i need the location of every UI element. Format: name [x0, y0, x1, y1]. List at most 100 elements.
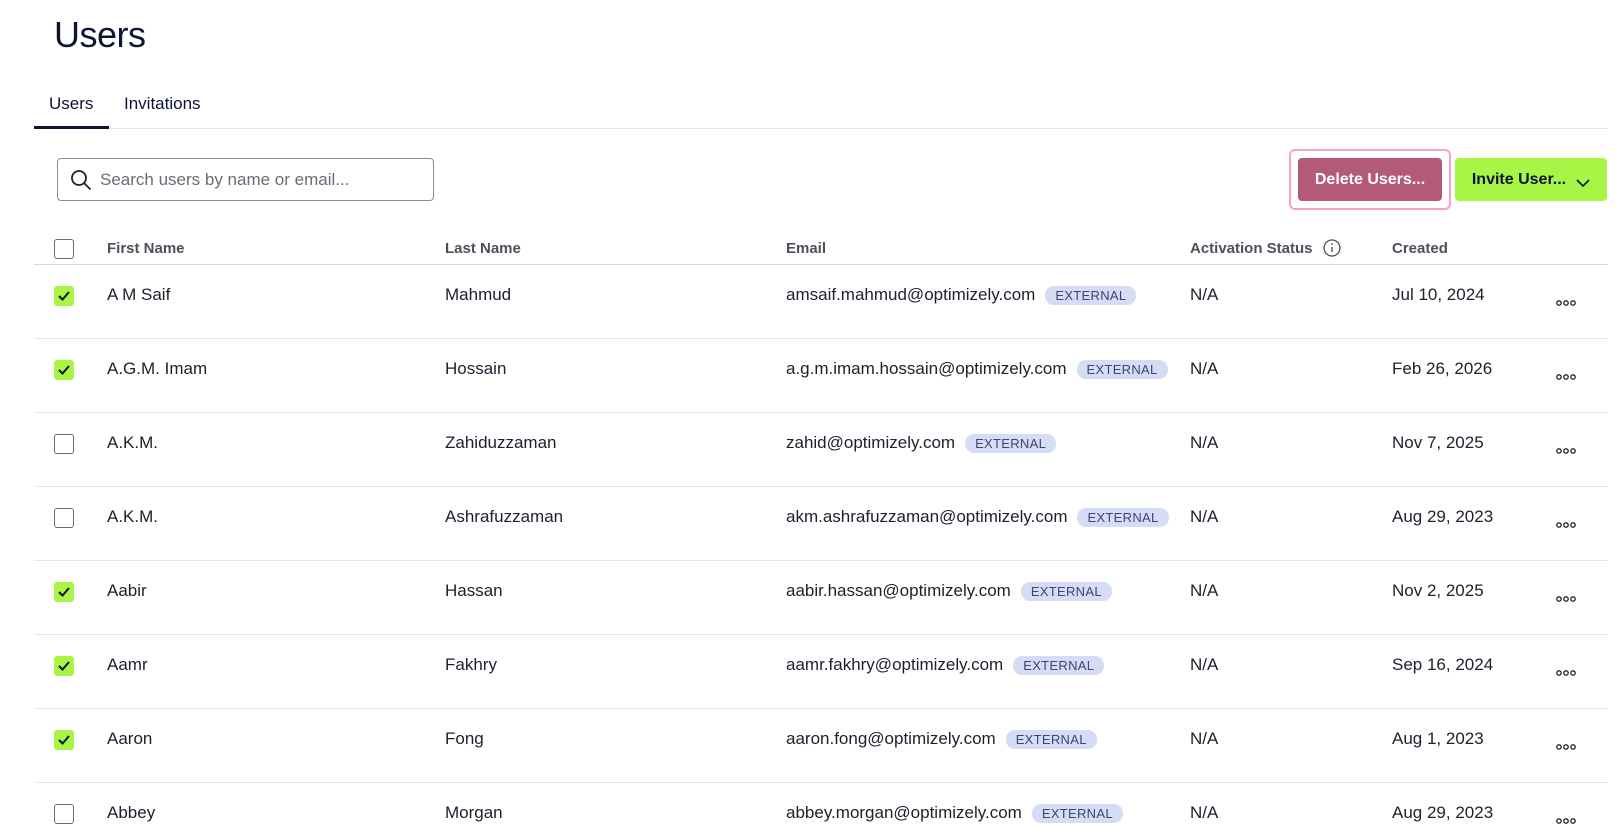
- cell-created: Aug 1, 2023: [1392, 729, 1484, 748]
- cell-email: aabir.hassan@optimizely.com EXTERNAL: [786, 581, 1112, 601]
- cell-last-name: Mahmud: [445, 285, 512, 304]
- chevron-down-icon: [1576, 175, 1590, 187]
- row-checkbox[interactable]: [54, 508, 74, 528]
- cell-first-name: A.G.M. Imam: [107, 359, 208, 378]
- header-first-name[interactable]: First Name: [107, 240, 185, 257]
- email-text: akm.ashrafuzzaman@optimizely.com: [786, 507, 1068, 526]
- cell-first-name: A M Saif: [107, 285, 171, 304]
- cell-email: amsaif.mahmud@optimizely.com EXTERNAL: [786, 285, 1137, 305]
- cell-activation-status: N/A: [1190, 581, 1219, 600]
- checkmark-icon: [58, 735, 70, 745]
- email-text: amsaif.mahmud@optimizely.com: [786, 285, 1036, 304]
- external-badge: EXTERNAL: [1076, 359, 1168, 379]
- table-row[interactable]: Abbey Morgan abbey.morgan@optimizely.com…: [34, 783, 1608, 838]
- cell-created: Aug 29, 2023: [1392, 803, 1494, 822]
- external-badge: EXTERNAL: [965, 433, 1057, 453]
- table-row[interactable]: A.K.M. Ashrafuzzaman akm.ashrafuzzaman@o…: [34, 487, 1608, 561]
- users-table: First Name Last Name Email Activation St…: [34, 232, 1608, 838]
- external-badge: EXTERNAL: [1031, 803, 1123, 823]
- cell-activation-status: N/A: [1190, 803, 1219, 822]
- email-text: a.g.m.imam.hossain@optimizely.com: [786, 359, 1067, 378]
- row-checkbox[interactable]: [54, 360, 74, 380]
- table-row[interactable]: A.K.M. Zahiduzzaman zahid@optimizely.com…: [34, 413, 1608, 487]
- cell-last-name: Hossain: [445, 359, 507, 378]
- checkmark-icon: [58, 365, 70, 375]
- row-checkbox[interactable]: [54, 434, 74, 454]
- cell-activation-status: N/A: [1190, 655, 1219, 674]
- cell-first-name: Aamr: [107, 655, 148, 674]
- external-badge: EXTERNAL: [1045, 285, 1137, 305]
- cell-last-name: Morgan: [445, 803, 503, 822]
- table-row[interactable]: A M Saif Mahmud amsaif.mahmud@optimizely…: [34, 265, 1608, 339]
- external-badge: EXTERNAL: [1005, 729, 1097, 749]
- cell-last-name: Ashrafuzzaman: [445, 507, 564, 526]
- external-badge: EXTERNAL: [1020, 581, 1112, 601]
- cell-created: Nov 7, 2025: [1392, 433, 1484, 452]
- tab-users[interactable]: Users: [49, 94, 93, 114]
- header-activation-status[interactable]: Activation Status: [1190, 238, 1341, 257]
- table-row[interactable]: Aamr Fakhry aamr.fakhry@optimizely.com E…: [34, 635, 1608, 709]
- search-icon: [70, 169, 92, 191]
- page-title: Users: [54, 14, 146, 55]
- more-options-icon[interactable]: [1555, 295, 1577, 306]
- cell-activation-status: N/A: [1190, 507, 1219, 526]
- cell-first-name: Abbey: [107, 803, 156, 822]
- header-email[interactable]: Email: [786, 240, 826, 257]
- delete-users-button[interactable]: Delete Users...: [1298, 158, 1442, 201]
- more-options-icon[interactable]: [1555, 517, 1577, 528]
- row-checkbox[interactable]: [54, 730, 74, 750]
- cell-first-name: A.K.M.: [107, 507, 159, 526]
- more-options-icon[interactable]: [1555, 739, 1577, 750]
- cell-created: Aug 29, 2023: [1392, 507, 1494, 526]
- row-checkbox[interactable]: [54, 656, 74, 676]
- cell-email: abbey.morgan@optimizely.com EXTERNAL: [786, 803, 1123, 823]
- cell-first-name: Aaron: [107, 729, 153, 748]
- active-tab-indicator: [34, 126, 109, 129]
- row-checkbox[interactable]: [54, 582, 74, 602]
- header-last-name[interactable]: Last Name: [445, 240, 521, 257]
- email-text: aamr.fakhry@optimizely.com: [786, 655, 1004, 674]
- invite-user-button[interactable]: Invite User...: [1455, 158, 1607, 201]
- cell-email: aamr.fakhry@optimizely.com EXTERNAL: [786, 655, 1105, 675]
- select-all-checkbox[interactable]: [54, 239, 74, 259]
- table-header: First Name Last Name Email Activation St…: [34, 232, 1608, 265]
- checkmark-icon: [58, 661, 70, 671]
- cell-created: Nov 2, 2025: [1392, 581, 1484, 600]
- email-text: zahid@optimizely.com: [786, 433, 956, 452]
- table-row[interactable]: Aaron Fong aaron.fong@optimizely.com EXT…: [34, 709, 1608, 783]
- email-text: aabir.hassan@optimizely.com: [786, 581, 1011, 600]
- cell-last-name: Hassan: [445, 581, 503, 600]
- email-text: abbey.morgan@optimizely.com: [786, 803, 1022, 822]
- table-row[interactable]: A.G.M. Imam Hossain a.g.m.imam.hossain@o…: [34, 339, 1608, 413]
- search-input[interactable]: [100, 169, 420, 190]
- header-created[interactable]: Created: [1392, 240, 1448, 257]
- cell-activation-status: N/A: [1190, 433, 1219, 452]
- delete-button-focus-ring: Delete Users...: [1289, 149, 1451, 210]
- more-options-icon[interactable]: [1555, 443, 1577, 454]
- cell-activation-status: N/A: [1190, 729, 1219, 748]
- tab-invitations[interactable]: Invitations: [124, 94, 201, 114]
- header-activation-status-label: Activation Status: [1190, 240, 1313, 257]
- email-text: aaron.fong@optimizely.com: [786, 729, 996, 748]
- checkmark-icon: [58, 291, 70, 301]
- cell-created: Jul 10, 2024: [1392, 285, 1485, 304]
- more-options-icon[interactable]: [1555, 813, 1577, 824]
- row-checkbox[interactable]: [54, 286, 74, 306]
- info-icon[interactable]: [1323, 238, 1341, 257]
- external-badge: EXTERNAL: [1077, 507, 1169, 527]
- more-options-icon[interactable]: [1555, 369, 1577, 380]
- invite-user-label: Invite User...: [1471, 170, 1567, 188]
- external-badge: EXTERNAL: [1013, 655, 1105, 675]
- tab-bar: Users Invitations: [34, 84, 1608, 129]
- cell-email: aaron.fong@optimizely.com EXTERNAL: [786, 729, 1097, 749]
- table-row[interactable]: Aabir Hassan aabir.hassan@optimizely.com…: [34, 561, 1608, 635]
- cell-last-name: Zahiduzzaman: [445, 433, 557, 452]
- cell-created: Sep 16, 2024: [1392, 655, 1494, 674]
- more-options-icon[interactable]: [1555, 665, 1577, 676]
- cell-last-name: Fakhry: [445, 655, 497, 674]
- cell-email: a.g.m.imam.hossain@optimizely.com EXTERN…: [786, 359, 1168, 379]
- row-checkbox[interactable]: [54, 804, 74, 824]
- cell-email: akm.ashrafuzzaman@optimizely.com EXTERNA…: [786, 507, 1169, 527]
- more-options-icon[interactable]: [1555, 591, 1577, 602]
- search-box[interactable]: [57, 158, 434, 201]
